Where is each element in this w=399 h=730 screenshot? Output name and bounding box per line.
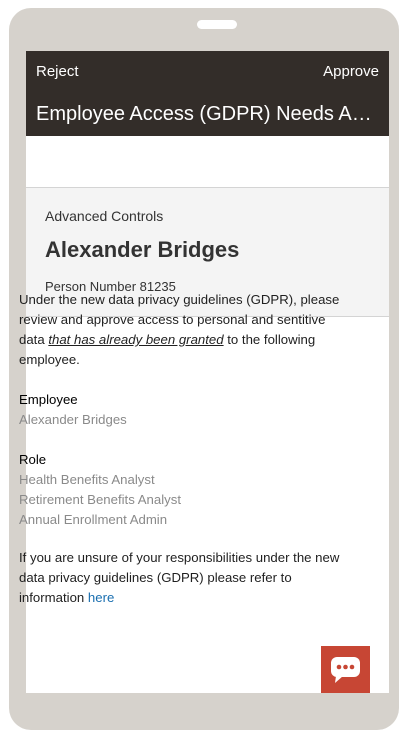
intro-emphasis: that has already been granted (48, 332, 224, 347)
chat-button[interactable] (321, 646, 370, 693)
footer-before: If you are unsure of your responsibiliti… (19, 550, 340, 605)
employee-label: Employee (19, 392, 78, 407)
approve-button[interactable]: Approve (323, 63, 379, 80)
role-item: Annual Enrollment Admin (19, 512, 168, 527)
intro-text: Under the new data privacy guidelines (G… (19, 290, 349, 370)
details-body: Under the new data privacy guidelines (G… (19, 290, 349, 621)
speaker-slot (197, 20, 237, 29)
role-item: Health Benefits Analyst (19, 472, 155, 487)
role-label: Role (19, 452, 47, 467)
summary-subtitle: Advanced Controls (45, 208, 164, 224)
app-header: Reject Approve Employee Access (GDPR) Ne… (26, 51, 389, 136)
chat-bubble-icon (331, 657, 360, 683)
footer-text: If you are unsure of your responsibiliti… (19, 548, 349, 608)
role-item: Retirement Benefits Analyst (19, 492, 181, 507)
employee-value: Alexander Bridges (19, 412, 127, 427)
employee-name-heading: Alexander Bridges (45, 237, 240, 262)
page-title: Employee Access (GDPR) Needs Approval (36, 103, 379, 125)
here-link[interactable]: here (88, 590, 114, 605)
spacer-band (26, 136, 389, 188)
reject-button[interactable]: Reject (36, 63, 79, 80)
